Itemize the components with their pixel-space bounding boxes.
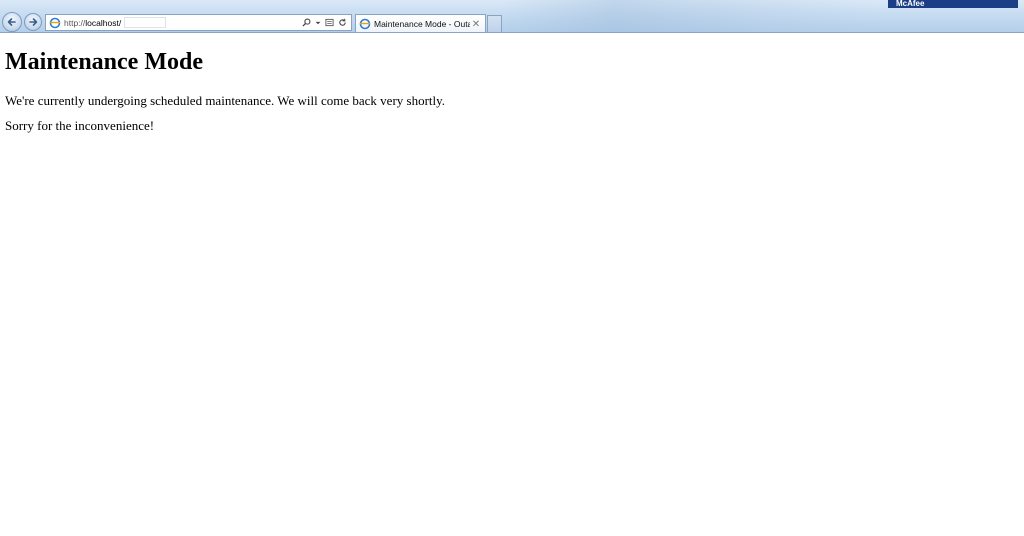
- url-host: localhost/: [85, 17, 122, 28]
- search-icon[interactable]: [302, 18, 311, 27]
- address-tools: [302, 18, 351, 27]
- chrome-background: [500, 0, 880, 32]
- page-content: Maintenance Mode We're currently undergo…: [5, 33, 1005, 134]
- forward-button[interactable]: [24, 13, 42, 31]
- back-button[interactable]: [2, 12, 22, 32]
- tab-maintenance-mode[interactable]: Maintenance Mode - Outa... ✕: [355, 14, 486, 32]
- close-icon[interactable]: ✕: [470, 19, 482, 30]
- page-title: Maintenance Mode: [5, 49, 203, 75]
- forward-arrow-icon: [29, 18, 38, 26]
- refresh-icon[interactable]: [338, 18, 347, 27]
- url-redacted: [124, 17, 167, 28]
- mcafee-label: McAfee: [896, 0, 925, 8]
- back-arrow-icon: [7, 18, 16, 26]
- tab-title: Maintenance Mode - Outa...: [374, 19, 470, 29]
- ie-page-icon: [49, 17, 61, 28]
- address-bar[interactable]: http://localhost/: [45, 14, 352, 31]
- browser-chrome: http://localhost/ Maintenance Mode - Out…: [0, 0, 1024, 33]
- compatibility-view-icon[interactable]: [325, 18, 334, 27]
- new-tab-button[interactable]: [487, 15, 502, 32]
- dropdown-arrow-icon[interactable]: [315, 18, 321, 27]
- maintenance-message: We're currently undergoing scheduled mai…: [5, 93, 446, 108]
- apology-message: Sorry for the inconvenience!: [5, 118, 155, 133]
- ie-page-icon: [359, 18, 371, 30]
- mcafee-toolbar[interactable]: McAfee: [888, 0, 1018, 8]
- url-protocol: http://: [64, 17, 86, 28]
